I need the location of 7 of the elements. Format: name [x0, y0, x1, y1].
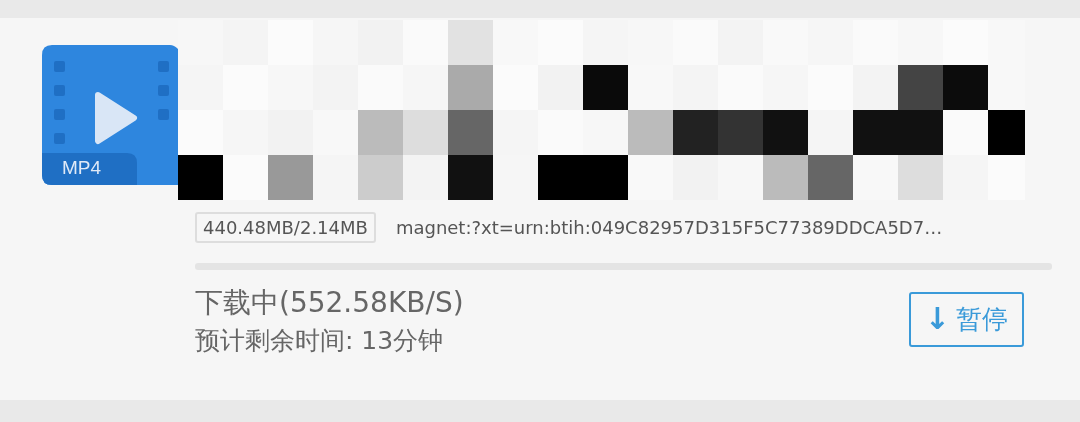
- file-type-label: MP4: [62, 157, 102, 179]
- remaining-time: 预计剩余时间: 13分钟: [195, 325, 445, 357]
- video-file-icon: [42, 45, 178, 185]
- magnet-link-text: magnet:?xt=urn:btih:049C82957D315F5C77389DDCA5D7…: [395, 217, 943, 238]
- download-status: 下载中(552.58KB/S): [195, 285, 464, 321]
- pause-button[interactable]: ↓ 暂停: [908, 291, 1024, 347]
- file-size-label: 440.48MB/2.14MB: [195, 212, 376, 243]
